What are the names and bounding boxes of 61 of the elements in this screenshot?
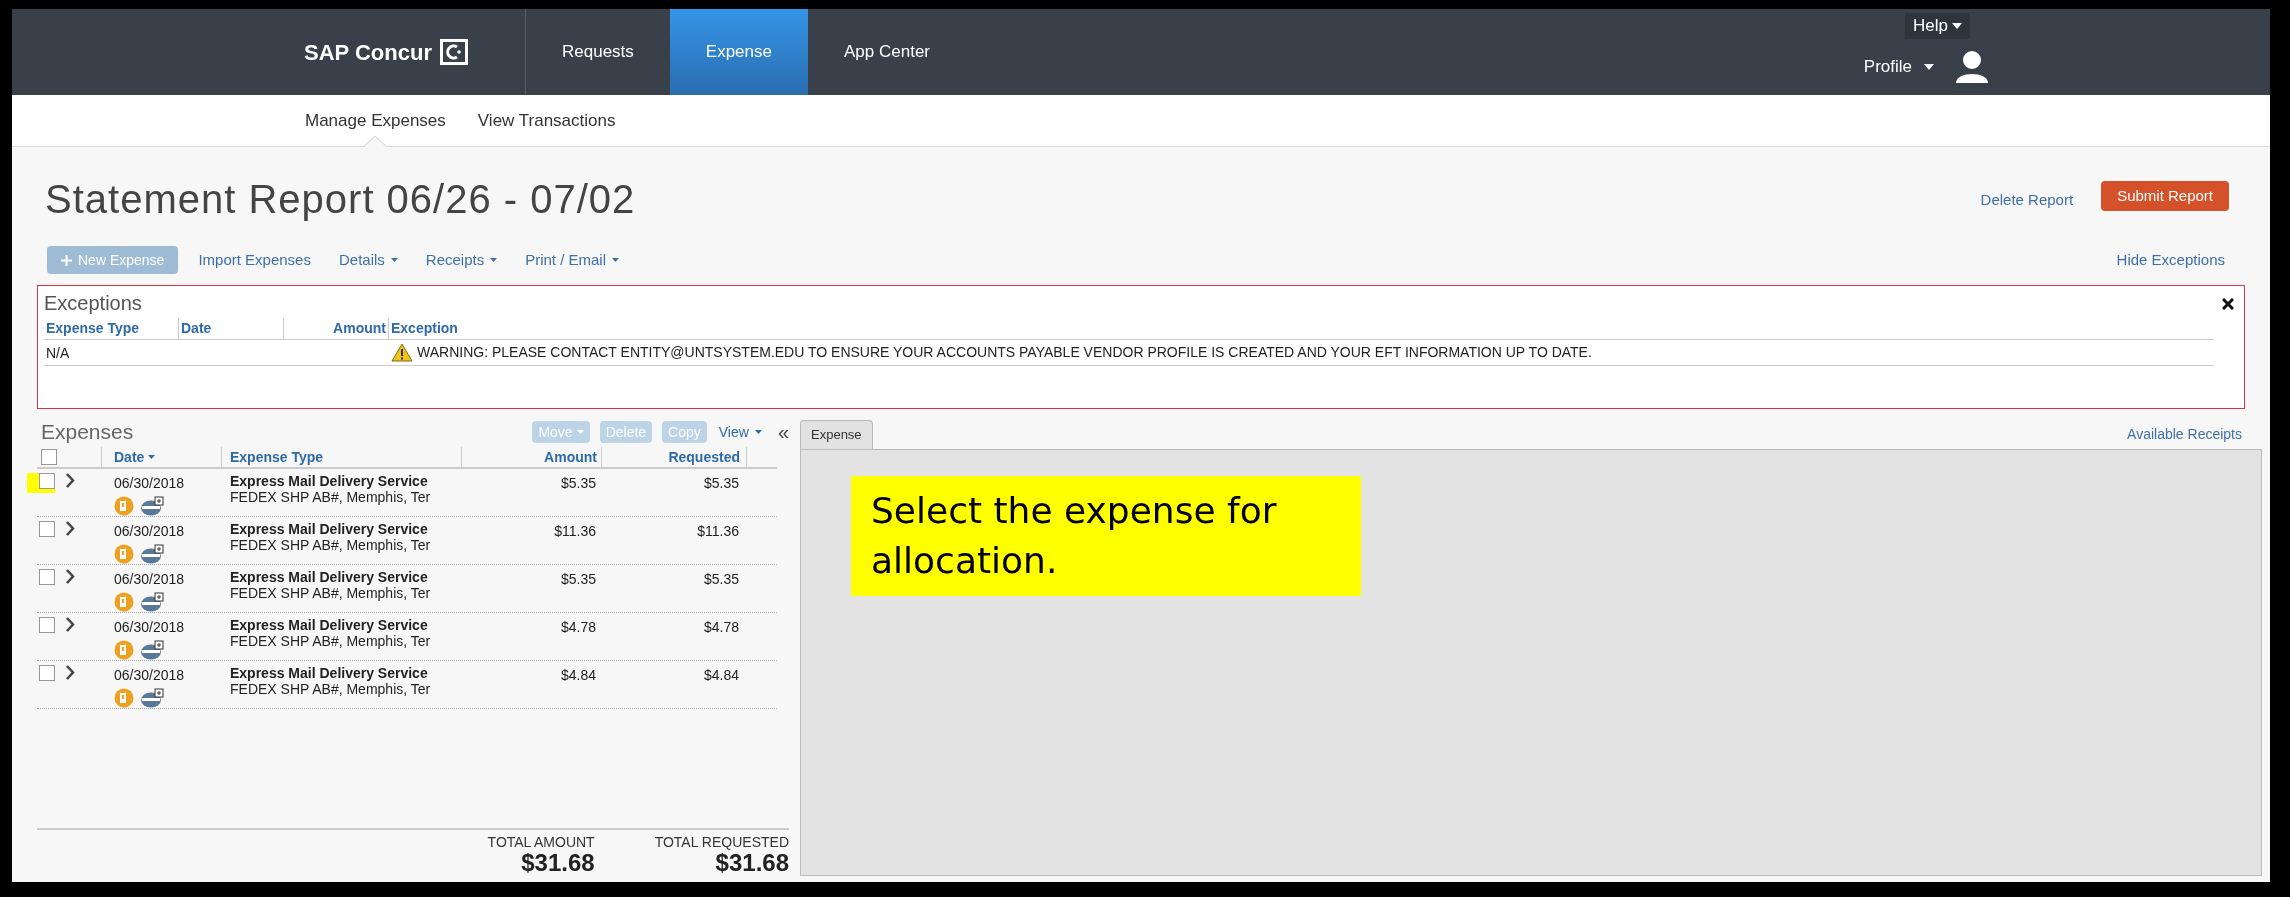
panel-title: Expenses [41, 419, 134, 446]
expense-type-text: Express Mail Delivery Service [230, 665, 429, 681]
requested-text: $5.35 [703, 474, 739, 493]
delete-report-link[interactable]: Delete Report [1980, 189, 2074, 212]
amount-text: $5.35 [560, 474, 596, 493]
vendor-text: FEDEX SHP AB#, Memphis, Ter [230, 633, 432, 649]
collapse-button[interactable]: « [777, 417, 789, 447]
total-label: TOTAL REQUESTED [654, 834, 789, 850]
date-text: 06/30/2018 [114, 570, 186, 589]
expense-type-text: Express Mail Delivery Service [230, 473, 429, 489]
requested-text: $4.84 [703, 666, 739, 685]
total-label: TOTAL AMOUNT [487, 834, 595, 850]
column-header[interactable]: Amount [333, 318, 386, 339]
column-header[interactable]: Exception [391, 318, 458, 339]
nav-tab[interactable]: Requests [526, 9, 670, 95]
requested-text: $4.78 [703, 618, 739, 637]
callout-note: Select the expense for allocation. [851, 476, 1361, 596]
column-header[interactable]: Requested [668, 446, 740, 468]
hide-exceptions-link[interactable]: Hide Exceptions [2116, 248, 2225, 272]
toolbar-menu[interactable]: Details [338, 248, 398, 272]
column-header[interactable]: Amount [544, 446, 597, 468]
toolbar-menu[interactable]: Print / Email [525, 248, 620, 272]
amount-text: $11.36 [554, 522, 596, 541]
nav-tab[interactable]: App Center [808, 9, 966, 95]
expense-type-text: Express Mail Delivery Service [230, 521, 429, 537]
toolbar-link[interactable]: Import Expenses [198, 248, 311, 272]
table-cell: N/A [46, 344, 70, 361]
amount-text: $4.78 [560, 618, 596, 637]
menu-button[interactable]: View [716, 421, 764, 443]
column-header[interactable]: Date [181, 318, 212, 339]
nav-tab[interactable]: Expense [669, 9, 808, 95]
logo-text: SAP Concur [304, 38, 432, 67]
report-title: Statement Report 06/26 - 07/02 [45, 176, 636, 223]
requested-text: $5.35 [703, 570, 739, 589]
warning-text: WARNING: PLEASE CONTACT ENTITY@UNTSYSTEM.EDU TO ENSURE YOUR ACCOUNTS PAYABLE VENDOR PROFILE IS CREATED AND YOUR EFT INFORMATION UP TO DATE. [417, 343, 1592, 362]
vendor-text: FEDEX SHP AB#, Memphis, Ter [230, 585, 432, 601]
sub-nav-tab[interactable]: Manage Expenses [305, 95, 446, 146]
total-value: $31.68 [521, 850, 595, 876]
expense-tab[interactable]: Expense [800, 420, 873, 449]
column-header[interactable]: Expense Type [46, 318, 140, 339]
panel-title: Exceptions [44, 292, 142, 314]
vendor-text: FEDEX SHP AB#, Memphis, Ter [230, 489, 432, 505]
amount-text: $4.84 [560, 666, 596, 685]
expense-type-text: Express Mail Delivery Service [230, 569, 429, 585]
expense-type-text: Express Mail Delivery Service [230, 617, 429, 633]
total-value: $31.68 [715, 850, 789, 876]
vendor-text: FEDEX SHP AB#, Memphis, Ter [230, 537, 432, 553]
column-header[interactable]: Expense Type [230, 446, 324, 468]
vendor-text: FEDEX SHP AB#, Memphis, Ter [230, 681, 432, 697]
date-text: 06/30/2018 [114, 666, 186, 685]
column-header[interactable]: Date [114, 446, 156, 468]
profile-menu[interactable]: Profile [1863, 54, 1912, 80]
toolbar-menu[interactable]: Receipts [425, 248, 498, 272]
date-text: 06/30/2018 [114, 522, 186, 541]
requested-text: $11.36 [697, 522, 739, 541]
date-text: 06/30/2018 [114, 474, 186, 493]
available-receipts-link[interactable]: Available Receipts [2127, 424, 2242, 445]
sub-nav-tab[interactable]: View Transactions [477, 95, 616, 146]
submit-report-button[interactable]: Submit Report [2101, 181, 2229, 211]
date-text: 06/30/2018 [114, 618, 186, 637]
amount-text: $5.35 [560, 570, 596, 589]
